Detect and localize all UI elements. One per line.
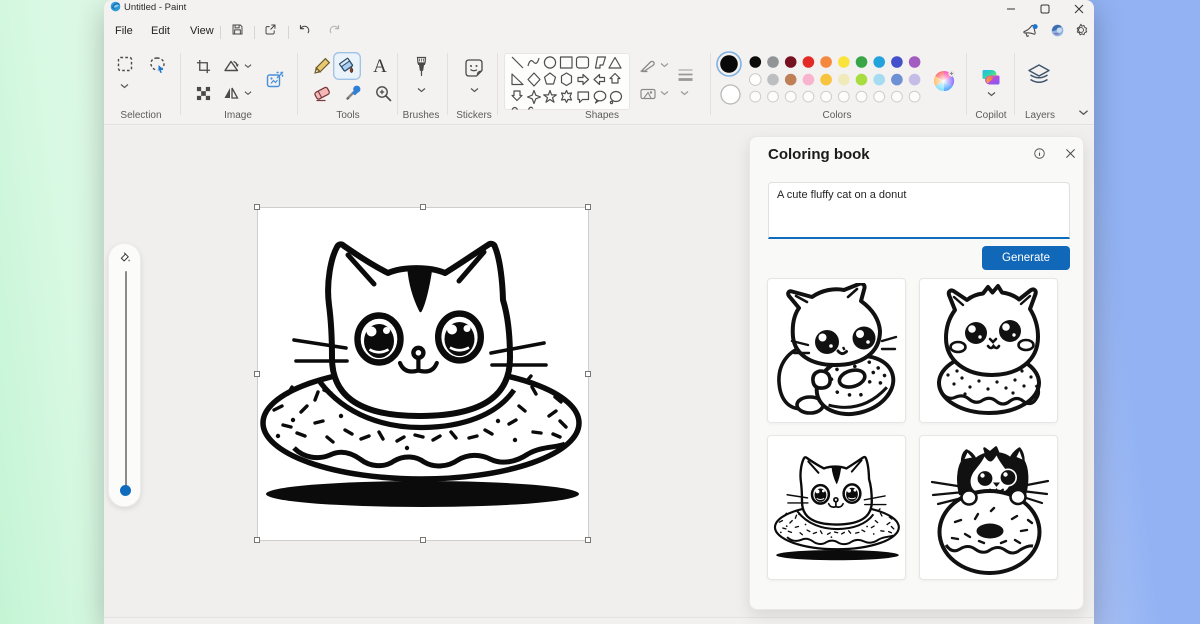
svg-text:A: A: [373, 56, 387, 75]
